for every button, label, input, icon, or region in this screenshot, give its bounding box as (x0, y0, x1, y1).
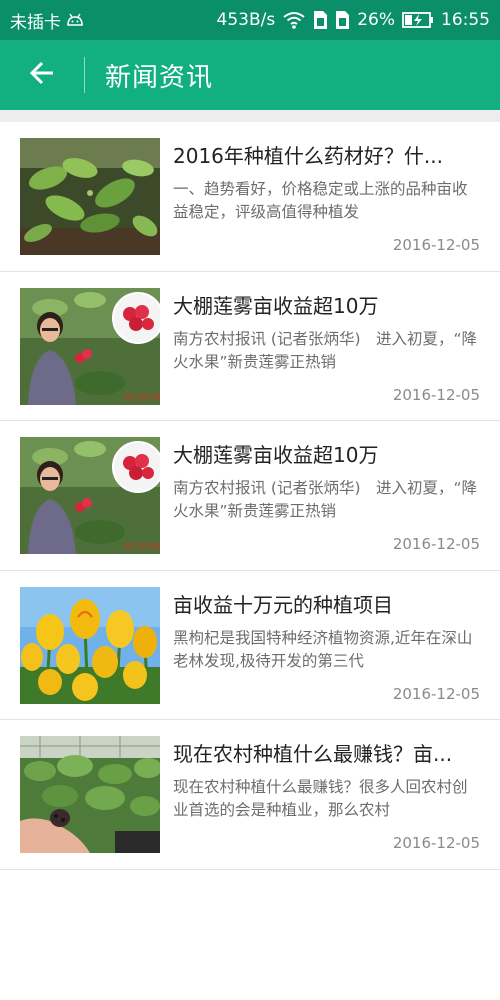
news-date: 2016-12-05 (392, 684, 480, 703)
news-content: 大棚莲雾亩收益超10万 南方农村报讯 (记者张炳华) 进入初夏，“降火水果”新贵… (173, 288, 480, 421)
news-date: 2016-12-05 (392, 535, 480, 553)
news-summary: 一、趋势看好，价格稳定或上涨的品种亩收益稳定，评级高值得种植发 (173, 180, 468, 221)
battery-charging-icon (402, 11, 434, 29)
svg-text:南方农村报: 南方农村报 (124, 541, 160, 551)
news-content: 2016年种植什么药材好？什... 一、趋势看好，价格稳定或上涨的品种亩收益稳定… (173, 138, 480, 271)
sim-icon (313, 10, 328, 30)
news-item[interactable]: 现在农村种植什么最赚钱？亩... 现在农村种植什么最赚钱？很多人回农村创业首选的… (0, 720, 500, 870)
news-content: 大棚莲雾亩收益超10万 南方农村报讯 (记者张炳华) 进入初夏，“降火水果”新贵… (173, 437, 480, 570)
status-bar: 未插卡 453B/s 26% 16:55 (0, 0, 500, 40)
news-list: 2016年种植什么药材好？什... 一、趋势看好，价格稳定或上涨的品种亩收益稳定… (0, 122, 500, 870)
news-date: 2016-12-05 (392, 236, 480, 254)
battery-percent: 26% (357, 10, 395, 30)
wax-apple-farmer-photo: 南方农村报 (20, 287, 160, 405)
clock: 16:55 (441, 10, 490, 30)
green-plant-photo (20, 138, 160, 255)
carrier-label: 未插卡 (10, 12, 61, 33)
wax-apple-farmer-photo: 南方农村报 (20, 437, 160, 554)
news-summary: 南方农村报讯 (记者张炳华) 进入初夏，“降火水果”新贵莲雾正热销 (173, 479, 478, 520)
app-bar-divider (84, 57, 85, 93)
arrow-left-icon (29, 60, 55, 90)
news-item[interactable]: 2016年种植什么药材好？什... 一、趋势看好，价格稳定或上涨的品种亩收益稳定… (0, 122, 500, 272)
seedlings-greenhouse-photo (20, 736, 160, 853)
news-item[interactable]: 亩收益十万元的种植项目 黑枸杞是我国特种经济植物资源,近年在深山老林发现,极待开… (0, 570, 500, 720)
news-date: 2016-12-05 (392, 385, 480, 404)
android-icon (65, 13, 85, 27)
news-title: 大棚莲雾亩收益超10万 (173, 293, 379, 318)
network-speed: 453B/s (216, 10, 276, 30)
news-title: 亩收益十万元的种植项目 (173, 592, 393, 617)
yellow-tulips-photo (20, 586, 160, 704)
news-title: 大棚莲雾亩收益超10万 (173, 443, 379, 467)
back-button[interactable] (0, 40, 84, 110)
news-item[interactable]: 南方农村报 大棚莲雾亩收益超10万 南方农村报讯 (记者张炳华) 进入初夏，“降… (0, 271, 500, 421)
news-item[interactable]: 南方农村报 大棚莲雾亩收益超10万 南方农村报讯 (记者张炳华) 进入初夏，“降… (0, 421, 500, 571)
news-title: 2016年种植什么药材好？什... (173, 144, 443, 168)
svg-text:南方农村报: 南方农村报 (124, 392, 160, 402)
news-summary: 南方农村报讯 (记者张炳华) 进入初夏，“降火水果”新贵莲雾正热销 (173, 329, 478, 371)
list-top-spacer (0, 110, 500, 122)
news-summary: 现在农村种植什么最赚钱？很多人回农村创业首选的会是种植业，那么农村 (173, 778, 468, 819)
news-content: 亩收益十万元的种植项目 黑枸杞是我国特种经济植物资源,近年在深山老林发现,极待开… (173, 587, 480, 720)
sim-icon (335, 10, 350, 30)
news-summary: 黑枸杞是我国特种经济植物资源,近年在深山老林发现,极待开发的第三代 (173, 628, 473, 670)
page-title: 新闻资讯 (105, 62, 214, 93)
app-bar: 新闻资讯 (0, 40, 500, 110)
news-date: 2016-12-05 (392, 834, 480, 852)
wifi-icon (282, 11, 306, 29)
news-content: 现在农村种植什么最赚钱？亩... 现在农村种植什么最赚钱？很多人回农村创业首选的… (173, 736, 480, 869)
news-title: 现在农村种植什么最赚钱？亩... (173, 742, 453, 766)
